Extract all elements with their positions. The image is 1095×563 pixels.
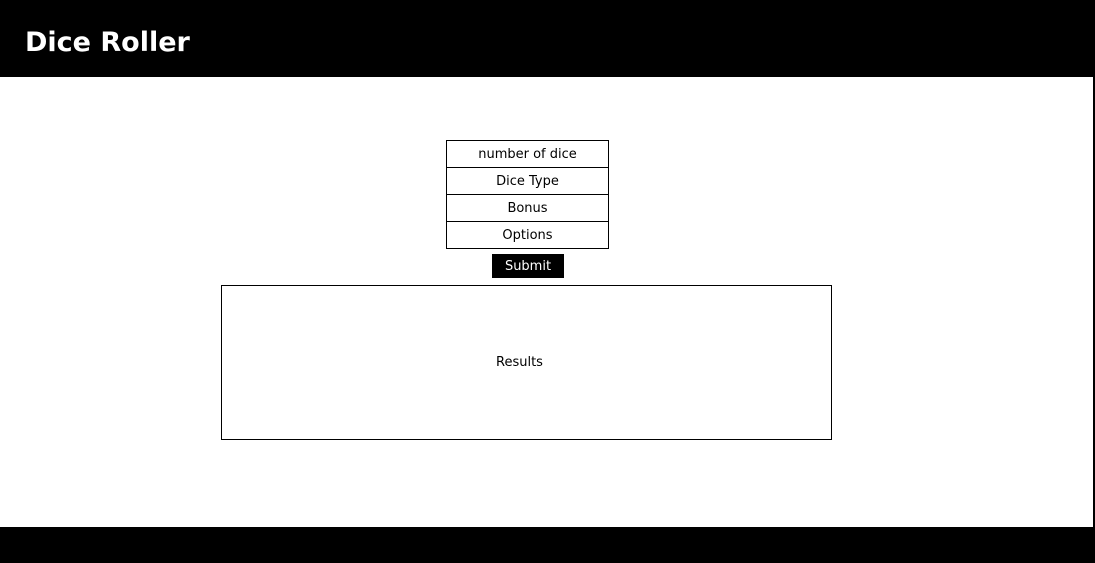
submit-button[interactable]: Submit <box>492 254 564 278</box>
dice-form: number of dice Dice Type Bonus Options <box>446 140 609 249</box>
options-field[interactable]: Options <box>446 221 609 249</box>
bonus-field[interactable]: Bonus <box>446 194 609 222</box>
results-panel: Results <box>221 285 832 440</box>
header-bar: Dice Roller <box>0 0 1095 77</box>
results-label: Results <box>496 355 543 370</box>
footer-bar <box>0 527 1095 563</box>
app-title: Dice Roller <box>25 27 190 58</box>
dice-type-field[interactable]: Dice Type <box>446 167 609 195</box>
number-of-dice-field[interactable]: number of dice <box>446 140 609 168</box>
